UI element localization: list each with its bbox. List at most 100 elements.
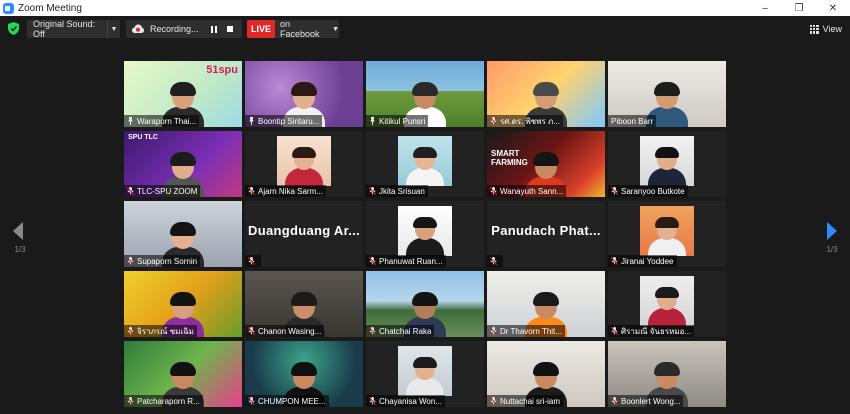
participant-name: Chanon Wasing... [258,326,322,336]
participant-tile[interactable]: Duangduang Ar... [245,201,363,267]
muted-mic-icon [490,327,497,335]
participant-name: Ajarn Nika Sarm... [258,186,323,196]
participant-tile[interactable]: Supaporn Sornin [124,201,242,267]
participant-name-bar: Saranyoo Butkote [608,185,688,197]
live-stream-indicator[interactable]: LIVE on Facebook ▼ [247,19,339,39]
muted-mic-icon [369,257,376,265]
participant-tile[interactable]: Jiranai Yoddee [608,201,726,267]
chevron-down-icon: ▼ [332,25,339,33]
participant-name: Chayanisa Won... [379,396,442,406]
participant-name-bar: Waraporn Thai... [124,115,200,127]
original-sound-toggle[interactable]: Original Sound: Off ▼ [27,19,120,39]
window-controls: – ❐ ✕ [748,0,850,16]
stop-recording-button[interactable] [222,20,238,38]
pin-icon [128,117,133,125]
participant-name-bar: Supaporn Sornin [124,255,201,267]
grid-view-icon [809,24,819,34]
restore-button[interactable]: ❐ [782,0,816,16]
participant-tile[interactable]: จิราภรณ์ ชมเฉิม [124,271,242,337]
participant-tile[interactable]: ศิรามณี จันธรหมอ... [608,271,726,337]
participant-name: Chatchai Raka [379,326,432,336]
muted-mic-icon [611,187,618,195]
participant-name: จิราภรณ์ ชมเฉิม [137,326,194,336]
participant-tile[interactable]: CHUMPON MEE... [245,341,363,407]
participant-tile[interactable]: Chatchai Raka [366,271,484,337]
muted-mic-icon [490,187,497,195]
muted-mic-icon [248,187,255,195]
participant-name: Boontip Siritaru... [258,116,320,126]
pin-icon [249,117,254,125]
participant-name-bar: Dr Thavorn Thit... [487,325,565,337]
participant-tile[interactable]: รศ.ดร. พิชพร ภ... [487,61,605,127]
profile-picture [398,206,452,256]
participant-tile[interactable]: Jkita Srisuan [366,131,484,197]
view-button[interactable]: View [809,20,842,38]
participant-name-bar: Chanon Wasing... [245,325,325,337]
participant-tile[interactable]: Boonlert Wong... [608,341,726,407]
participant-tile[interactable]: Patcharaporn R... [124,341,242,407]
participant-tile[interactable]: Panudach Phat... [487,201,605,267]
participant-name: Waraporn Thai... [137,116,197,126]
participant-tile[interactable]: Dr Thavorn Thit... [487,271,605,337]
muted-mic-icon [248,257,255,265]
recording-indicator: Recording... [126,20,242,38]
participant-name-bar: Jkita Srisuan [366,185,428,197]
profile-picture [640,136,694,186]
participant-tile[interactable]: Kitikul Punsri [366,61,484,127]
participant-name: Boonlert Wong... [621,396,681,406]
participant-name: CHUMPON MEE... [258,396,326,406]
minimize-button[interactable]: – [748,0,782,16]
participant-tile[interactable]: Piboon Barr [608,61,726,127]
profile-picture [640,276,694,326]
participant-name-bar [487,255,503,267]
shield-icon[interactable] [8,22,19,35]
chevron-right-icon[interactable] [827,222,837,240]
participant-display-name: Panudach Phat... [491,223,601,238]
muted-mic-icon [127,327,134,335]
participant-name-bar [245,255,261,267]
participant-name: Jiranai Yoddee [621,256,674,266]
participant-name: รศ.ดร. พิชพร ภ... [500,116,560,126]
participant-tile[interactable]: 51spu Waraporn Thai... [124,61,242,127]
participant-name: Supaporn Sornin [137,256,198,266]
participant-name-bar: CHUMPON MEE... [245,395,329,407]
meeting-top-toolbar: Original Sound: Off ▼ Recording... LIVE … [0,16,850,42]
participant-name-bar: Wanayuth Sann... [487,185,567,197]
participant-name-bar: Chatchai Raka [366,325,435,337]
participant-name: Wanayuth Sann... [500,186,564,196]
participant-name-bar: TLC-SPU ZOOM [124,185,201,197]
profile-picture [398,346,452,396]
close-button[interactable]: ✕ [816,0,850,16]
muted-mic-icon [490,397,497,405]
participant-name-bar: Boonlert Wong... [608,395,684,407]
participant-tile[interactable]: Chanon Wasing... [245,271,363,337]
participant-tile[interactable]: Phanuwat Ruan... [366,201,484,267]
participant-tile[interactable]: Boontip Siritaru... [245,61,363,127]
participant-name-bar: Phanuwat Ruan... [366,255,446,267]
chevron-down-icon[interactable]: ▼ [107,20,120,38]
live-destination[interactable]: on Facebook ▼ [275,19,339,39]
chevron-left-icon[interactable] [13,222,23,240]
participant-name: Phanuwat Ruan... [379,256,443,266]
participant-name-bar: จิราภรณ์ ชมเฉิม [124,325,197,337]
participant-name-bar: Kitikul Punsri [366,115,429,127]
previous-page-button[interactable]: 1/3 [10,222,30,254]
pause-recording-button[interactable] [206,20,222,38]
muted-mic-icon [490,257,497,265]
muted-mic-icon [248,327,255,335]
muted-mic-icon [611,327,618,335]
next-page-button[interactable]: 1/3 [822,222,842,254]
participant-tile[interactable]: SMART FARMING Wanayuth Sann... [487,131,605,197]
participant-tile[interactable]: Saranyoo Butkote [608,131,726,197]
participant-tile[interactable]: SPU TLC TLC-SPU ZOOM [124,131,242,197]
page-indicator-left: 1/3 [14,245,26,254]
participant-name-bar: Piboon Barr [608,115,657,127]
muted-mic-icon [127,257,134,265]
participant-name-bar: Ajarn Nika Sarm... [245,185,326,197]
participant-tile[interactable]: Ajarn Nika Sarm... [245,131,363,197]
participant-tile[interactable]: Nuttachai sri-iam [487,341,605,407]
participant-tile[interactable]: Chayanisa Won... [366,341,484,407]
participant-name: Dr Thavorn Thit... [500,326,562,336]
muted-mic-icon [611,257,618,265]
cloud-recording-icon [132,24,144,33]
